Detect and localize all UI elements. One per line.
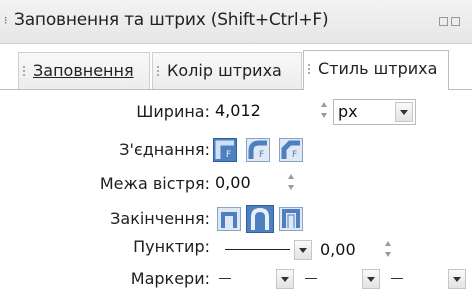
dash-dropdown[interactable]: [290, 238, 314, 264]
start-marker-select[interactable]: [214, 267, 296, 293]
tab-stroke-paint[interactable]: Колір штриха: [152, 52, 302, 89]
dropdown-arrow-icon[interactable]: [276, 269, 294, 289]
dialog-title: Заповнення та штрих (Shift+Ctrl+F): [14, 10, 329, 30]
bevel-join-icon[interactable]: F: [279, 138, 303, 162]
square-cap-icon[interactable]: [279, 207, 303, 231]
tab-stroke-style[interactable]: Стиль штриха: [303, 50, 449, 90]
close-icon[interactable]: [451, 17, 460, 26]
spin-up-icon[interactable]: [321, 102, 327, 107]
dropdown-arrow-icon[interactable]: [448, 269, 466, 289]
tab-stroke-paint-label: Колір штриха: [167, 61, 282, 80]
miter-row: Межа вістря: 0,00: [0, 167, 472, 201]
dock-buttons[interactable]: [436, 11, 464, 26]
miter-limit-label: Межа вістря:: [99, 174, 210, 193]
dash-row: Пунктир: 0,00: [0, 230, 472, 264]
tab-grip-icon: [157, 66, 164, 76]
drag-grip-icon[interactable]: ⁝: [4, 15, 12, 27]
dropdown-arrow-icon[interactable]: [362, 269, 380, 289]
round-join-icon[interactable]: F: [246, 138, 270, 162]
mid-marker-select[interactable]: [300, 267, 382, 293]
spin-up-icon[interactable]: [385, 241, 391, 246]
miter-join-icon[interactable]: F: [213, 138, 237, 162]
dropdown-arrow-icon[interactable]: [395, 102, 413, 122]
tab-bar: Заповнення Колір штриха Стиль штриха: [0, 50, 472, 90]
spin-down-icon[interactable]: [385, 252, 391, 257]
svg-text:F: F: [292, 150, 297, 160]
spin-down-icon[interactable]: [321, 113, 327, 118]
dock-icon[interactable]: [439, 17, 448, 26]
end-marker-select[interactable]: [386, 267, 468, 293]
unit-select-value: px: [338, 102, 358, 121]
spin-up-icon[interactable]: [288, 174, 294, 179]
miter-limit-spinner[interactable]: [285, 171, 297, 197]
dash-label: Пунктир:: [133, 237, 210, 256]
tab-grip-icon: [23, 66, 30, 76]
marker-none-preview: [391, 278, 403, 279]
marker-none-preview: [219, 278, 231, 279]
svg-text:F: F: [226, 150, 231, 160]
markers-row: Маркери:: [0, 262, 472, 296]
svg-text:F: F: [259, 150, 264, 160]
dropdown-arrow-icon[interactable]: [294, 240, 312, 260]
unit-select[interactable]: px: [333, 99, 416, 125]
miter-limit-input[interactable]: 0,00: [213, 171, 283, 197]
dash-offset-input[interactable]: 0,00: [318, 238, 378, 264]
marker-none-preview: [305, 278, 317, 279]
width-input[interactable]: 4,012: [213, 99, 315, 125]
tab-grip-icon: [308, 64, 315, 74]
join-label: З'єднання:: [119, 140, 210, 159]
butt-cap-icon[interactable]: [217, 207, 241, 231]
join-row: З'єднання: F F F: [0, 133, 472, 167]
tab-fill[interactable]: Заповнення: [18, 52, 150, 89]
tab-stroke-style-label: Стиль штриха: [318, 59, 438, 78]
dialog-titlebar[interactable]: ⁝ Заповнення та штрих (Shift+Ctrl+F): [0, 0, 472, 44]
width-row: Ширина: 4,012 px: [0, 95, 472, 129]
round-cap-icon[interactable]: [246, 205, 274, 233]
width-label: Ширина:: [136, 102, 210, 121]
spin-down-icon[interactable]: [288, 185, 294, 190]
width-spinner[interactable]: [318, 99, 330, 125]
tab-fill-label: Заповнення: [33, 61, 134, 80]
dash-offset-spinner[interactable]: [382, 238, 394, 264]
markers-label: Маркери:: [130, 269, 210, 288]
